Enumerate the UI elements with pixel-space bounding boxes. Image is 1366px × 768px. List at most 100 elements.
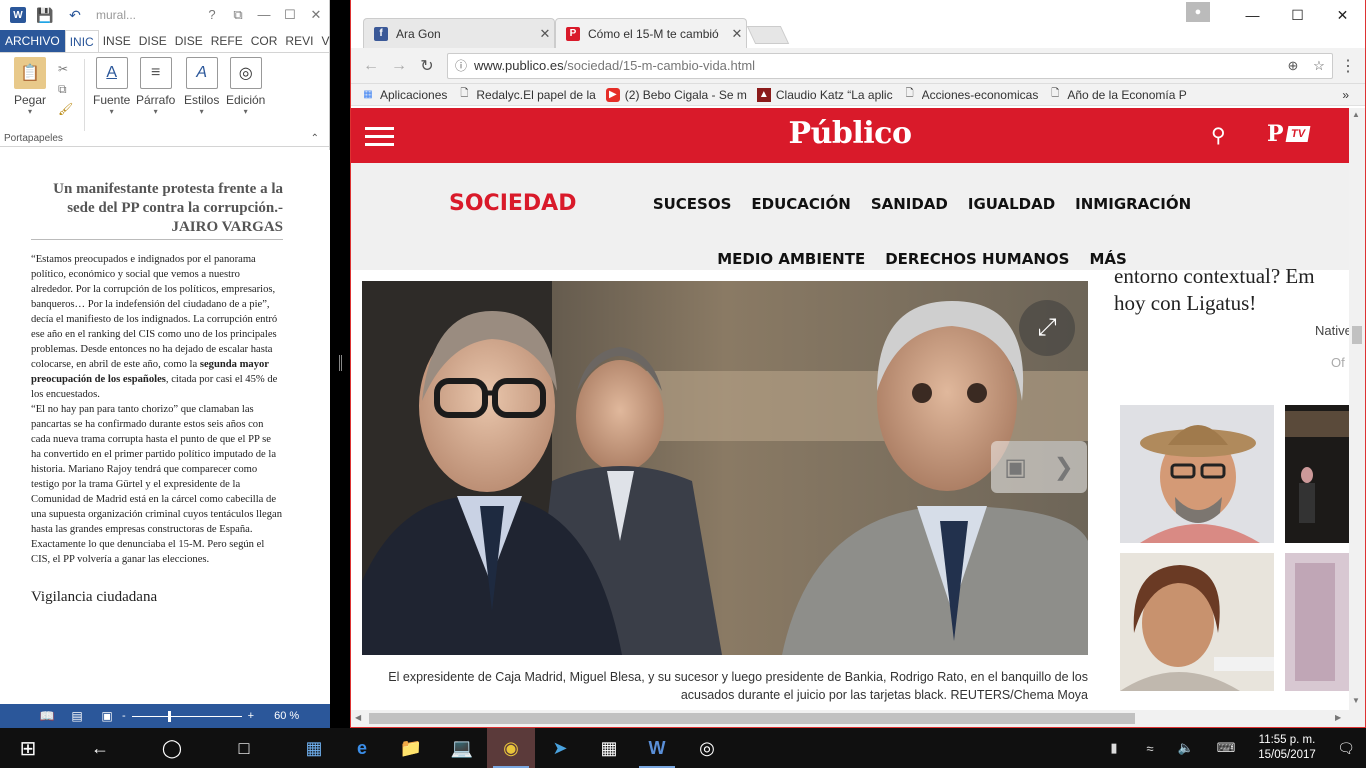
styles-group-button[interactable]: A Estilos ▾ [184, 57, 219, 116]
notifications-icon[interactable]: 🗨 [1326, 740, 1366, 757]
nav-inmigracion[interactable]: INMIGRACIÓN [1075, 177, 1191, 232]
drag-handle[interactable] [339, 355, 342, 371]
keyboard-icon[interactable]: ⌨ [1204, 740, 1248, 756]
close-tab-icon[interactable]: ✕ [536, 26, 554, 42]
bookmark-youtube[interactable]: ▶ (2) Bebo Cigala - Se m [605, 87, 747, 102]
scroll-down-icon[interactable]: ▼ [1352, 696, 1360, 705]
info-icon[interactable]: ⓘ [448, 57, 474, 74]
zoom-in-button[interactable]: + [248, 710, 254, 722]
article-photo[interactable] [362, 281, 1088, 655]
scroll-up-icon[interactable]: ▲ [1352, 110, 1360, 119]
tab-diseno[interactable]: DISE [135, 30, 171, 52]
new-tab-button[interactable] [746, 26, 790, 44]
forward-icon[interactable]: → [385, 57, 413, 75]
taskbar-app-explorer[interactable]: 📁 [387, 728, 435, 768]
back-button[interactable]: ← [76, 728, 124, 768]
tab-facebook[interactable]: f Ara Gon ✕ [363, 18, 555, 48]
bookmark-claudio-katz[interactable]: ▲ Claudio Katz “La aplic [756, 87, 893, 102]
paragraph-group-button[interactable]: ≡ Párrafo ▾ [136, 57, 175, 116]
read-mode-icon[interactable]: 📖 [32, 709, 62, 723]
maximize-button[interactable]: ☐ [277, 7, 303, 23]
taskbar-app-calculator[interactable]: ▦ [585, 728, 633, 768]
taskbar-app-edge[interactable]: e [338, 728, 386, 768]
close-tab-icon[interactable]: ✕ [728, 26, 746, 42]
tab-inicio[interactable]: INIC [64, 30, 99, 52]
gallery-button[interactable]: ▣ ❯ [991, 441, 1087, 493]
nav-sucesos[interactable]: SUCESOS [653, 177, 732, 232]
zoom-slider[interactable] [131, 710, 242, 722]
bookmark-star-icon[interactable]: ☆ [1306, 58, 1332, 74]
taskbar-app-photos[interactable]: ▦ [290, 728, 338, 768]
taskbar-app-word[interactable]: W [633, 728, 681, 768]
word-app-icon[interactable]: W [10, 7, 26, 23]
vertical-scrollbar[interactable]: ▲ ▼ [1349, 108, 1365, 710]
save-icon[interactable]: 💾 [34, 7, 56, 24]
ribbon-display-button[interactable]: ⧉ [225, 7, 251, 23]
nav-medio-ambiente[interactable]: MEDIO AMBIENTE [717, 232, 865, 287]
clock[interactable]: 11:55 p. m. 15/05/2017 [1248, 733, 1326, 763]
wifi-icon[interactable]: ≈ [1132, 741, 1168, 756]
web-layout-icon[interactable]: ▣ [92, 709, 122, 723]
menu-icon[interactable]: ⋮ [1333, 56, 1363, 76]
tab-diseno-pagina[interactable]: DISE [171, 30, 207, 52]
task-view-button[interactable]: □ [220, 728, 268, 768]
taskbar-app-groove[interactable]: ◎ [683, 728, 731, 768]
tab-referencias[interactable]: REFE [207, 30, 247, 52]
start-button[interactable]: ⊞ [4, 728, 52, 768]
taskbar-app-chrome[interactable]: ◉ [487, 728, 535, 768]
tab-archivo[interactable]: ARCHIVO [0, 30, 65, 52]
ad-thumb-2[interactable] [1285, 405, 1349, 543]
bookmark-economia[interactable]: 🗋 Año de la Economía P [1048, 88, 1186, 102]
minimize-button[interactable]: — [251, 7, 277, 23]
site-logo[interactable]: Público [351, 116, 1349, 151]
horizontal-scrollbar[interactable]: ◀ ▶ [351, 710, 1365, 727]
battery-icon[interactable]: ▮ [1096, 740, 1132, 756]
nav-derechos-humanos[interactable]: DERECHOS HUMANOS [885, 232, 1069, 287]
paste-button[interactable]: 📋 Pegar ▾ [14, 57, 46, 116]
address-bar[interactable]: ⓘ www.publico.es/sociedad/15-m-cambio-vi… [447, 52, 1333, 79]
copy-icon[interactable]: ⧉ [58, 79, 73, 99]
help-button[interactable]: ? [199, 7, 225, 23]
zoom-icon[interactable]: ⊕ [1280, 58, 1306, 74]
tab-publico[interactable]: P Cómo el 15-M te cambió ✕ [555, 18, 747, 48]
nav-educacion[interactable]: EDUCACIÓN [751, 177, 850, 232]
bookmark-aplicaciones[interactable]: ▦ Aplicaciones [361, 88, 447, 102]
print-layout-icon[interactable]: ▤ [62, 709, 92, 723]
nav-sanidad[interactable]: SANIDAD [871, 177, 948, 232]
search-icon[interactable]: ⚲ [1211, 123, 1226, 148]
bookmarks-overflow-button[interactable]: » [1342, 88, 1349, 102]
ad-thumb-4[interactable] [1285, 553, 1349, 691]
tab-revisar[interactable]: REVI [281, 30, 317, 52]
taskbar-app-telegram[interactable]: ➤ [536, 728, 584, 768]
publico-tv-link[interactable]: P TV [1267, 121, 1311, 147]
tab-insertar[interactable]: INSE [99, 30, 135, 52]
tab-correspondencia[interactable]: COR [247, 30, 282, 52]
document-area[interactable]: Un manifestante protesta frente a la sed… [0, 150, 330, 704]
search-cortana-button[interactable]: ◯ [148, 728, 196, 768]
undo-icon[interactable]: ↶ [64, 7, 86, 24]
taskbar-app-computer[interactable]: 💻 [438, 728, 486, 768]
scroll-right-icon[interactable]: ▶ [1335, 713, 1341, 722]
zoom-out-button[interactable]: - [122, 710, 126, 722]
scroll-thumb[interactable] [1352, 326, 1362, 344]
ad-thumb-1[interactable] [1120, 405, 1274, 543]
ad-thumb-3[interactable] [1120, 553, 1274, 691]
nav-igualdad[interactable]: IGUALDAD [968, 177, 1055, 232]
scroll-left-icon[interactable]: ◀ [355, 713, 361, 722]
sponsored-ad[interactable]: entorno contextual? Em hoy con Ligatus! … [1099, 263, 1349, 710]
cut-icon[interactable]: ✂ [58, 59, 73, 79]
volume-icon[interactable]: 🔈 [1168, 740, 1204, 756]
user-profile-icon[interactable]: ● [1186, 2, 1210, 22]
font-group-button[interactable]: A Fuente ▾ [93, 57, 130, 116]
editing-group-button[interactable]: ◎ Edición ▾ [226, 57, 265, 116]
scroll-thumb[interactable] [369, 713, 1135, 724]
format-painter-icon[interactable]: 🖌 [58, 99, 73, 119]
bookmark-redalyc[interactable]: 🗋 Redalyc.El papel de la [457, 88, 595, 102]
close-button[interactable]: ✕ [303, 7, 329, 23]
split-divider[interactable] [330, 0, 350, 728]
zoom-level[interactable]: 60 % [274, 710, 299, 722]
maximize-button[interactable]: ☐ [1275, 0, 1320, 30]
collapse-ribbon-icon[interactable]: ⌃ [311, 133, 319, 144]
back-icon[interactable]: ← [357, 57, 385, 75]
expand-icon[interactable]: ⤢ [1019, 300, 1075, 356]
